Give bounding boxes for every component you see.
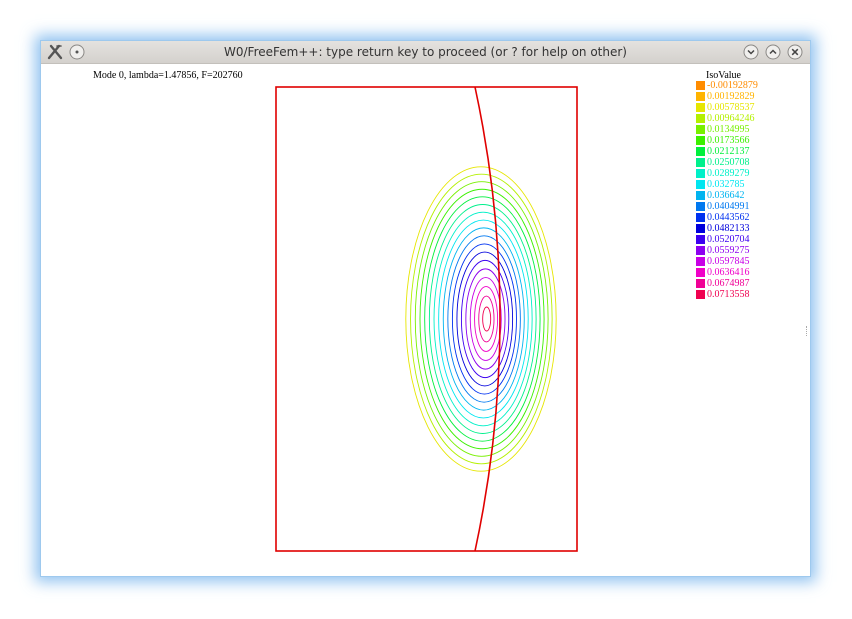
legend-value: 0.0482133 (707, 223, 750, 234)
legend-item: 0.00964246 (696, 113, 758, 124)
legend-item: 0.00578537 (696, 102, 758, 113)
legend-value: 0.00192829 (707, 91, 755, 102)
legend-value: 0.0289279 (707, 168, 750, 179)
legend-swatch (696, 246, 705, 255)
legend-item: 0.0482133 (696, 223, 758, 234)
contour-plot (275, 86, 578, 552)
legend-swatch (696, 279, 705, 288)
legend-item: 0.0173566 (696, 135, 758, 146)
legend-item: 0.032785 (696, 179, 758, 190)
legend-swatch (696, 290, 705, 299)
legend-item: 0.0404991 (696, 201, 758, 212)
legend-item: -0.00192879 (696, 80, 758, 91)
legend-value: 0.0250708 (707, 157, 750, 168)
isoline (451, 243, 517, 395)
minimize-icon[interactable] (742, 43, 760, 61)
legend-swatch (696, 169, 705, 178)
legend-swatch (696, 103, 705, 112)
legend-swatch (696, 235, 705, 244)
legend-swatch (696, 224, 705, 233)
window-menu-icon[interactable] (68, 43, 86, 61)
legend-swatch (696, 180, 705, 189)
legend-value: 0.036642 (707, 190, 745, 201)
legend-item: 0.00192829 (696, 91, 758, 102)
legend: -0.00192879 0.00192829 0.00578537 0.0096424… (696, 80, 758, 300)
legend-swatch (696, 213, 705, 222)
legend-swatch (696, 147, 705, 156)
plot-area[interactable]: Mode 0, lambda=1.47856, F=202760 IsoValu… (41, 64, 810, 576)
legend-swatch (696, 81, 705, 90)
legend-value: 0.0173566 (707, 135, 750, 146)
legend-item: 0.0289279 (696, 168, 758, 179)
legend-item: 0.0674987 (696, 278, 758, 289)
legend-swatch (696, 92, 705, 101)
legend-swatch (696, 202, 705, 211)
close-icon[interactable] (786, 43, 804, 61)
isoline (442, 227, 525, 411)
legend-item: 0.0250708 (696, 157, 758, 168)
legend-item: 0.0636416 (696, 267, 758, 278)
legend-item: 0.0597845 (696, 256, 758, 267)
legend-value: 0.0520704 (707, 234, 750, 245)
legend-value: 0.0559275 (707, 245, 750, 256)
legend-value: 0.00964246 (707, 113, 755, 124)
legend-item: 0.0443562 (696, 212, 758, 223)
isoline (456, 251, 514, 387)
legend-value: 0.00578537 (707, 102, 755, 113)
legend-swatch (696, 114, 705, 123)
legend-item: 0.036642 (696, 190, 758, 201)
legend-item: 0.0520704 (696, 234, 758, 245)
legend-value: 0.0134995 (707, 124, 750, 135)
legend-swatch (696, 136, 705, 145)
isoline (410, 173, 553, 465)
legend-swatch (696, 158, 705, 167)
isoline (482, 306, 492, 332)
window-title: W0/FreeFem++: type return key to proceed… (224, 45, 627, 59)
legend-swatch (696, 257, 705, 266)
legend-swatch (696, 125, 705, 134)
legend-value: 0.0674987 (707, 278, 750, 289)
legend-value: 0.0597845 (707, 256, 750, 267)
freefem-app-icon[interactable] (46, 43, 64, 61)
isoline (478, 295, 495, 343)
resize-grip[interactable] (806, 326, 810, 336)
legend-value: 0.0443562 (707, 212, 750, 223)
legend-item: 0.0212137 (696, 146, 758, 157)
maximize-icon[interactable] (764, 43, 782, 61)
legend-value: 0.0404991 (707, 201, 750, 212)
freefem-window: W0/FreeFem++: type return key to proceed… (40, 40, 811, 577)
legend-swatch (696, 191, 705, 200)
legend-value: 0.0636416 (707, 267, 750, 278)
legend-item: 0.0559275 (696, 245, 758, 256)
legend-value: -0.00192879 (707, 80, 758, 91)
legend-value: 0.032785 (707, 179, 745, 190)
legend-item: 0.0713558 (696, 289, 758, 300)
legend-value: 0.0212137 (707, 146, 750, 157)
legend-item: 0.0134995 (696, 124, 758, 135)
legend-value: 0.0713558 (707, 289, 750, 300)
isolines (405, 166, 557, 472)
legend-swatch (696, 268, 705, 277)
title-bar[interactable]: W0/FreeFem++: type return key to proceed… (41, 41, 810, 64)
